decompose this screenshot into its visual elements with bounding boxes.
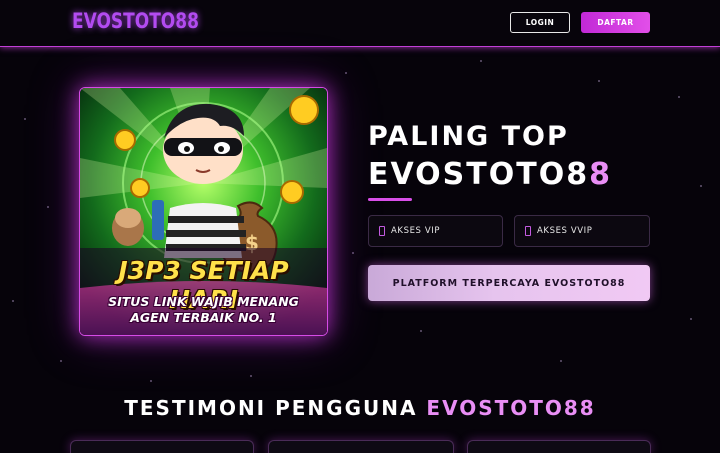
top-navbar: EVOSTOTO88 LOGIN DAFTAR bbox=[0, 0, 720, 47]
platform-button[interactable]: PLATFORM TERPERCAYA EVOSTOTO88 bbox=[368, 265, 650, 301]
hero-brand-tail: 8 bbox=[589, 157, 612, 192]
testimonial-card bbox=[70, 440, 254, 453]
hero-brand: EVOSTOTO88 bbox=[368, 157, 612, 192]
banner-subtitle-2: AGEN TERBAIK NO. 1 bbox=[130, 310, 277, 325]
headline-underline bbox=[368, 198, 412, 201]
testimoni-brand: EVOSTOTO88 bbox=[426, 396, 596, 420]
akses-vvip-label: AKSES VVIP bbox=[537, 226, 593, 236]
site-logo[interactable]: EVOSTOTO88 bbox=[72, 9, 199, 34]
testimoni-heading: TESTIMONI PENGGUNA EVOSTOTO88 bbox=[0, 396, 720, 420]
hero-brand-main: EVOSTOTO8 bbox=[368, 157, 590, 192]
testimonial-card bbox=[268, 440, 454, 453]
akses-vip-label: AKSES VIP bbox=[391, 226, 441, 236]
link-icon bbox=[525, 226, 531, 236]
testimoni-prefix: TESTIMONI PENGGUNA bbox=[124, 396, 418, 420]
promo-banner[interactable]: $ J3P3 SETIAP HARI SITUS LINK WAJIB MENA… bbox=[79, 87, 328, 336]
akses-vip-button[interactable]: AKSES VIP bbox=[368, 215, 503, 247]
login-button[interactable]: LOGIN bbox=[510, 12, 570, 33]
register-button[interactable]: DAFTAR bbox=[581, 12, 650, 33]
banner-subtitle-1: SITUS LINK WAJIB MENANG bbox=[108, 294, 299, 309]
hero-headline: PALING TOP bbox=[368, 121, 569, 152]
akses-vvip-button[interactable]: AKSES VVIP bbox=[514, 215, 650, 247]
testimonial-card bbox=[467, 440, 651, 453]
link-icon bbox=[379, 226, 385, 236]
